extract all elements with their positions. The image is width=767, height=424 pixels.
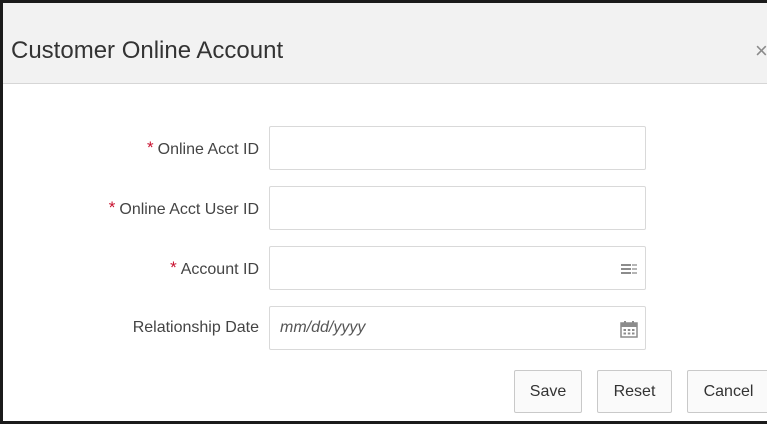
account-id-label: * Account ID [170, 246, 259, 290]
online-acct-id-row: * Online Acct ID [3, 126, 767, 170]
account-id-input[interactable] [270, 247, 608, 289]
dialog-header: Customer Online Account × [3, 3, 767, 84]
online-acct-user-id-row: * Online Acct User ID [3, 186, 767, 230]
online-acct-id-label: * Online Acct ID [147, 126, 259, 170]
relationship-date-row: Relationship Date [3, 306, 767, 350]
online-acct-id-input[interactable] [270, 127, 645, 169]
online-acct-id-label-text: Online Acct ID [157, 141, 259, 158]
customer-online-account-dialog: Customer Online Account × * Online Acct I… [0, 0, 767, 424]
online-acct-id-field-box [269, 126, 646, 170]
cancel-button[interactable]: Cancel [687, 370, 767, 413]
close-icon[interactable]: × [755, 41, 767, 61]
online-acct-user-id-label-text: Online Acct User ID [119, 201, 259, 218]
reset-button[interactable]: Reset [597, 370, 672, 413]
online-acct-user-id-field-box [269, 186, 646, 230]
dialog-title: Customer Online Account [11, 37, 284, 64]
save-button[interactable]: Save [514, 370, 582, 413]
calendar-icon[interactable] [620, 321, 638, 338]
account-id-row: * Account ID [3, 246, 767, 290]
relationship-date-label: Relationship Date [132, 319, 259, 336]
list-lookup-icon[interactable] [620, 261, 638, 277]
account-id-field-box [269, 246, 646, 290]
required-marker: * [170, 258, 177, 277]
relationship-date-field-box [269, 306, 646, 350]
online-acct-user-id-label: * Online Acct User ID [109, 186, 259, 230]
online-acct-user-id-input[interactable] [270, 187, 645, 229]
relationship-date-input[interactable] [270, 307, 608, 349]
required-marker: * [108, 198, 116, 217]
account-id-label-text: Account ID [180, 261, 259, 278]
required-marker: * [147, 138, 154, 157]
